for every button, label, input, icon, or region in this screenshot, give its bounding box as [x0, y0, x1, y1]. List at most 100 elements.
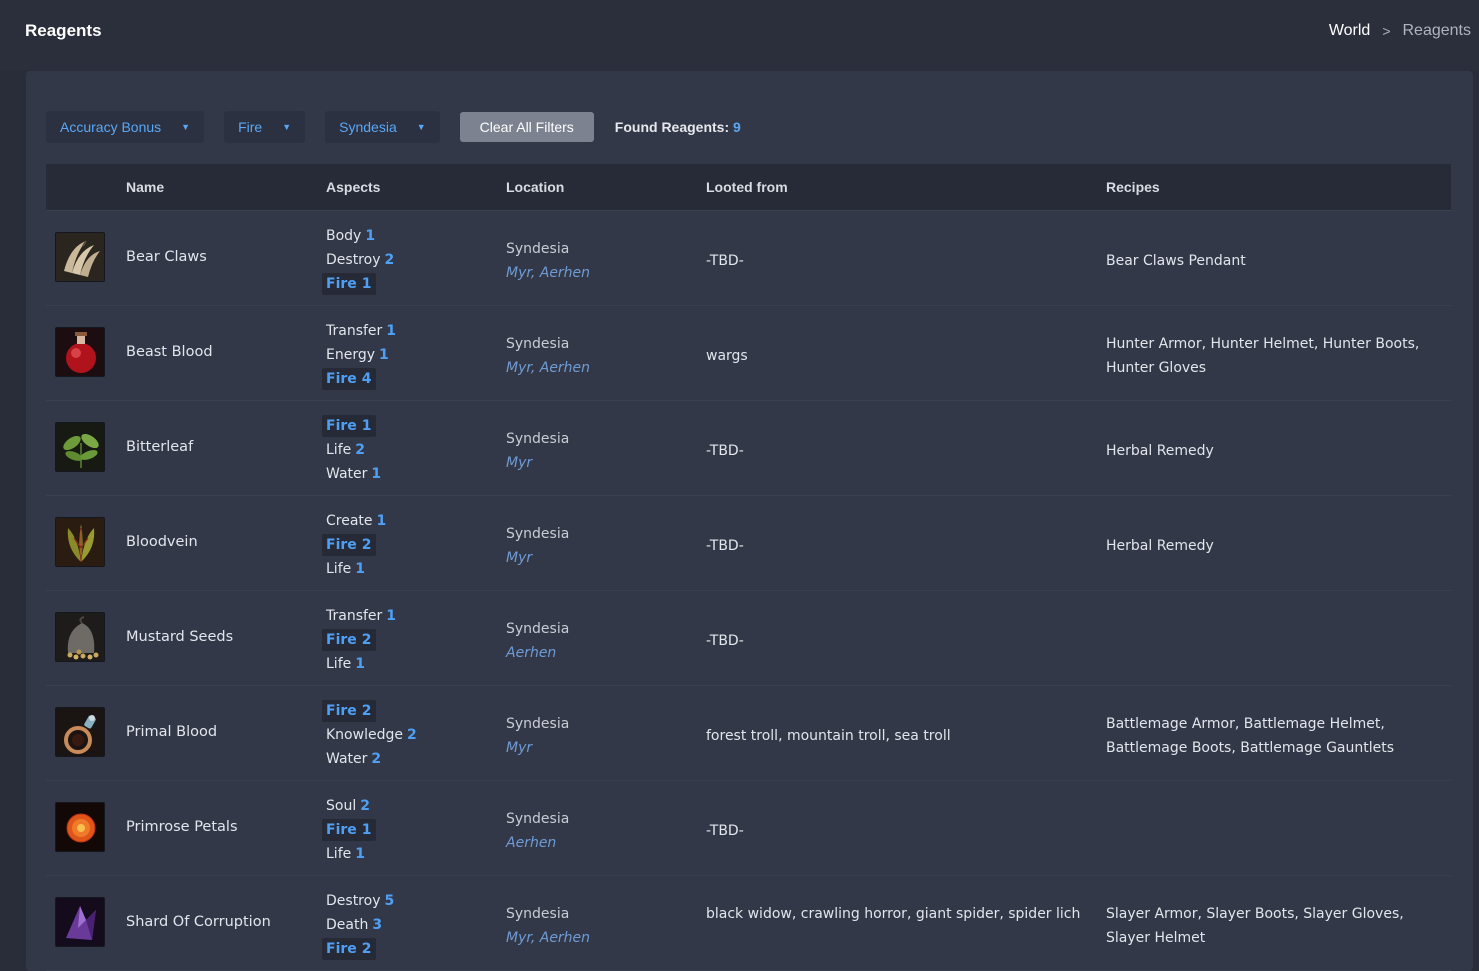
reagent-looted-from: black widow, crawling horror, giant spid…	[706, 906, 1081, 922]
aspect-value: 5	[384, 893, 395, 909]
table-row[interactable]: Bloodvein Create 1 Fire 2 Life 1 Syndesia M…	[46, 496, 1451, 591]
aspect-value: 2	[361, 703, 372, 719]
column-header-name[interactable]: Name	[126, 179, 164, 195]
aspect-entry: Water 1	[326, 462, 496, 486]
table-row[interactable]: Beast Blood Transfer 1 Energy 1 Fire 4 Synd…	[46, 306, 1451, 401]
aspect-entry: Energy 1	[326, 343, 496, 367]
breadcrumb-world-link[interactable]: World	[1329, 22, 1371, 40]
beast-blood-icon	[55, 327, 105, 377]
aspect-label: Death	[326, 917, 369, 933]
aspect-label: Life	[326, 846, 352, 862]
table-row[interactable]: Primrose Petals Soul 2 Fire 1 Life 1 Syndes…	[46, 781, 1451, 876]
location-region: Syndesia	[506, 526, 570, 542]
aspect-value: 3	[372, 917, 383, 933]
location-region: Syndesia	[506, 621, 570, 637]
reagent-recipes: Herbal Remedy	[1106, 443, 1214, 459]
aspect-entry: Soul 2	[326, 794, 496, 818]
table-row[interactable]: Bear Claws Body 1 Destroy 2 Fire 1 Syndesia…	[46, 211, 1451, 306]
primrose-petals-icon	[55, 802, 105, 852]
column-header-recipes[interactable]: Recipes	[1106, 179, 1160, 195]
aspect-label: Fire	[326, 276, 357, 292]
reagent-name[interactable]: Bitterleaf	[126, 439, 193, 455]
table-row[interactable]: Bitterleaf Fire 1 Life 2 Water 1 Syndesia M…	[46, 401, 1451, 496]
location-zones: Myr	[506, 550, 533, 566]
reagent-name[interactable]: Bear Claws	[126, 249, 207, 265]
location-region: Syndesia	[506, 811, 570, 827]
reagent-aspects: Soul 2 Fire 1 Life 1	[322, 794, 496, 866]
aspect-entry: Life 1	[326, 842, 496, 866]
aspect-filter-dropdown[interactable]: Accuracy Bonus ▼	[46, 111, 205, 143]
filter-bar: Accuracy Bonus ▼ Fire ▼ Syndesia ▼ Clear…	[46, 111, 741, 143]
aspect-value: 4	[361, 371, 372, 387]
reagent-aspects: Fire 1 Life 2 Water 1	[322, 414, 496, 486]
breadcrumb-current: Reagents	[1402, 22, 1472, 39]
reagent-name[interactable]: Shard Of Corruption	[126, 914, 271, 930]
column-header-looted-from[interactable]: Looted from	[706, 179, 788, 195]
reagent-aspects: Transfer 1 Energy 1 Fire 4	[322, 319, 496, 391]
location-region: Syndesia	[506, 336, 570, 352]
reagent-aspects: Destroy 5 Death 3 Fire 2	[322, 889, 496, 961]
aspect-label: Life	[326, 561, 352, 577]
reagent-looted-from: -TBD-	[706, 633, 744, 649]
table-row[interactable]: Primal Blood Fire 2 Knowledge 2 Water 2 Syn…	[46, 686, 1451, 781]
table-row[interactable]: Shard Of Corruption Destroy 5 Death 3 Fire…	[46, 876, 1451, 971]
bitterleaf-icon	[55, 422, 105, 472]
element-filter-value: Fire	[238, 119, 263, 135]
aspect-label: Fire	[326, 632, 357, 648]
aspect-entry-highlighted: Fire 4	[322, 367, 496, 391]
aspect-label: Water	[326, 466, 368, 482]
aspect-label: Fire	[326, 371, 357, 387]
aspect-value: 1	[376, 513, 387, 529]
found-reagents-count: Found Reagents: 9	[615, 119, 741, 135]
reagent-location: Syndesia Myr	[506, 712, 569, 760]
aspect-value: 1	[355, 846, 365, 862]
aspect-label: Fire	[326, 941, 357, 957]
top-bar: Reagents World > Reagents	[0, 0, 1479, 70]
aspect-value: 2	[361, 941, 372, 957]
aspect-entry: Transfer 1	[326, 604, 496, 628]
table-header: Name Aspects Location Looted from Recipe…	[46, 164, 1451, 211]
aspect-entry: Body 1	[326, 224, 496, 248]
reagent-recipes: Battlemage Armor, Battlemage Helmet, Bat…	[1106, 716, 1395, 756]
reagent-location: Syndesia Myr, Aerhen	[506, 332, 590, 380]
mustard-seeds-icon	[55, 612, 105, 662]
clear-all-filters-button[interactable]: Clear All Filters	[459, 112, 594, 142]
found-reagents-number: 9	[733, 119, 741, 135]
location-zones: Myr	[506, 455, 533, 471]
aspect-entry: Death 3	[326, 913, 496, 937]
aspect-value: 2	[371, 751, 382, 767]
aspect-value: 2	[406, 727, 417, 743]
location-region: Syndesia	[506, 716, 570, 732]
reagent-name[interactable]: Primal Blood	[126, 724, 217, 740]
aspect-label: Life	[326, 442, 352, 458]
reagent-looted-from: -TBD-	[706, 253, 744, 269]
region-filter-value: Syndesia	[339, 119, 397, 135]
aspect-entry-highlighted: Fire 1	[322, 818, 496, 842]
aspect-entry: Life 1	[326, 557, 496, 581]
aspect-entry: Transfer 1	[326, 319, 496, 343]
reagent-name[interactable]: Beast Blood	[126, 344, 213, 360]
column-header-aspects[interactable]: Aspects	[326, 179, 380, 195]
aspect-value: 1	[355, 656, 365, 672]
aspect-value: 2	[361, 537, 372, 553]
aspect-label: Body	[326, 228, 362, 244]
reagent-name[interactable]: Bloodvein	[126, 534, 198, 550]
reagent-location: Syndesia Myr	[506, 427, 569, 475]
reagent-name[interactable]: Mustard Seeds	[126, 629, 233, 645]
reagents-table: Name Aspects Location Looted from Recipe…	[46, 164, 1451, 971]
reagent-recipes: Bear Claws Pendant	[1106, 253, 1246, 269]
aspect-label: Create	[326, 513, 373, 529]
aspect-value: 2	[360, 798, 370, 814]
reagent-aspects: Create 1 Fire 2 Life 1	[322, 509, 496, 581]
column-header-location[interactable]: Location	[506, 179, 564, 195]
element-filter-dropdown[interactable]: Fire ▼	[224, 111, 306, 143]
reagent-looted-from: -TBD-	[706, 538, 744, 554]
table-row[interactable]: Mustard Seeds Transfer 1 Fire 2 Life 1 Synd…	[46, 591, 1451, 686]
region-filter-dropdown[interactable]: Syndesia ▼	[325, 111, 440, 143]
reagent-name[interactable]: Primrose Petals	[126, 819, 238, 835]
aspect-entry: Destroy 5	[326, 889, 496, 913]
aspect-entry: Create 1	[326, 509, 496, 533]
aspect-label: Transfer	[326, 323, 383, 339]
aspect-label: Energy	[326, 347, 376, 363]
aspect-label: Knowledge	[326, 727, 403, 743]
